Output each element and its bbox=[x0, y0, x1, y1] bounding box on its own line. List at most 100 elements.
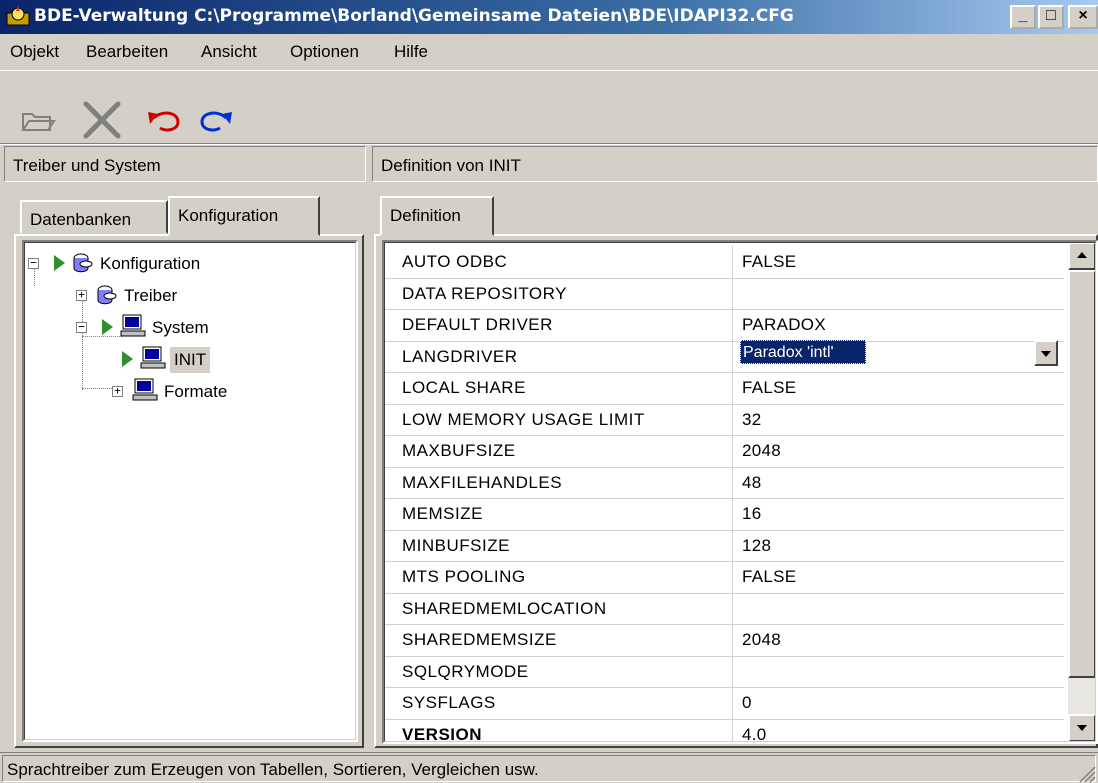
minimize-button[interactable]: _ bbox=[1010, 5, 1036, 29]
column-divider bbox=[732, 687, 733, 719]
computer-icon bbox=[120, 314, 146, 337]
table-row[interactable]: MAXBUFSIZE 2048 bbox=[384, 435, 1064, 468]
column-divider bbox=[732, 561, 733, 593]
setting-name: LOW MEMORY USAGE LIMIT bbox=[402, 409, 645, 429]
expand-toggle[interactable]: + bbox=[76, 289, 87, 301]
menu-ansicht[interactable]: Ansicht bbox=[201, 42, 257, 62]
table-row[interactable]: LOCAL SHARE FALSE bbox=[384, 372, 1064, 405]
langdriver-value-selected[interactable]: Paradox 'intl' bbox=[740, 340, 866, 364]
table-row[interactable]: AUTO ODBC FALSE bbox=[384, 246, 1064, 279]
column-divider bbox=[732, 498, 733, 530]
column-divider bbox=[732, 246, 733, 278]
setting-name: VERSION bbox=[402, 724, 483, 744]
table-row[interactable]: LANGDRIVER bbox=[384, 340, 1064, 373]
table-row[interactable]: SQLQRYMODE bbox=[384, 655, 1064, 688]
setting-name: SQLQRYMODE bbox=[402, 661, 529, 681]
menu-bearbeiten[interactable]: Bearbeiten bbox=[86, 42, 168, 62]
setting-value[interactable]: 4.0 bbox=[742, 725, 767, 743]
scroll-up-button[interactable] bbox=[1068, 242, 1096, 270]
status-text: Sprachtreiber zum Erzeugen von Tabellen,… bbox=[2, 755, 1096, 782]
tree-view: − Konfiguration + Treiber − System INIT … bbox=[22, 240, 358, 742]
table-row[interactable]: MTS POOLING FALSE bbox=[384, 561, 1064, 594]
table-row[interactable]: SYSFLAGS 0 bbox=[384, 687, 1064, 720]
collapse-toggle[interactable]: − bbox=[28, 257, 39, 269]
menu-objekt[interactable]: Objekt bbox=[10, 42, 59, 62]
resize-grip-icon[interactable] bbox=[1078, 765, 1096, 783]
setting-name: SHAREDMEMLOCATION bbox=[402, 598, 607, 618]
setting-value[interactable]: FALSE bbox=[742, 567, 796, 587]
scroll-down-button[interactable] bbox=[1068, 714, 1096, 742]
setting-value[interactable]: FALSE bbox=[742, 252, 796, 272]
computer-icon bbox=[132, 378, 158, 401]
open-folder-icon[interactable] bbox=[20, 108, 56, 134]
setting-name: AUTO ODBC bbox=[402, 252, 508, 271]
table-row[interactable]: DEFAULT DRIVER PARADOX bbox=[384, 309, 1064, 342]
vertical-scrollbar[interactable] bbox=[1068, 242, 1096, 742]
collapse-toggle[interactable]: − bbox=[76, 321, 87, 333]
column-divider bbox=[732, 529, 733, 561]
chevron-up-icon bbox=[1077, 252, 1087, 258]
computer-icon bbox=[140, 346, 166, 369]
bde-app-icon bbox=[6, 6, 30, 26]
table-row[interactable]: SHAREDMEMLOCATION bbox=[384, 592, 1064, 625]
column-divider bbox=[732, 655, 733, 687]
setting-value[interactable]: 16 bbox=[742, 504, 762, 524]
column-divider bbox=[732, 718, 733, 742]
table-row[interactable]: VERSION 4.0 bbox=[384, 718, 1064, 744]
table-row[interactable]: LOW MEMORY USAGE LIMIT 32 bbox=[384, 403, 1064, 436]
chevron-down-icon bbox=[1041, 351, 1051, 357]
redo-icon[interactable] bbox=[196, 108, 236, 134]
setting-name: LOCAL SHARE bbox=[402, 378, 526, 397]
table-row[interactable]: MINBUFSIZE 128 bbox=[384, 529, 1064, 562]
title-bar: BDE-Verwaltung C:\Programme\Borland\Geme… bbox=[0, 0, 1098, 34]
status-bar: Sprachtreiber zum Erzeugen von Tabellen,… bbox=[0, 752, 1098, 783]
maximize-button[interactable]: □ bbox=[1038, 5, 1064, 29]
column-divider bbox=[732, 624, 733, 656]
tab-definition[interactable]: Definition bbox=[380, 196, 494, 236]
window-title: BDE-Verwaltung C:\Programme\Borland\Geme… bbox=[34, 6, 794, 26]
setting-value[interactable]: 128 bbox=[742, 536, 771, 556]
setting-value[interactable]: 2048 bbox=[742, 441, 781, 461]
column-divider bbox=[732, 435, 733, 467]
column-divider bbox=[732, 309, 733, 341]
table-row[interactable]: DATA REPOSITORY bbox=[384, 277, 1064, 310]
active-arrow-icon bbox=[54, 255, 65, 271]
database-cylinder-icon bbox=[73, 253, 93, 273]
table-row[interactable]: MAXFILEHANDLES 48 bbox=[384, 466, 1064, 499]
dropdown-arrow-button[interactable] bbox=[1034, 340, 1058, 366]
setting-value[interactable]: 2048 bbox=[742, 630, 781, 650]
table-row[interactable]: MEMSIZE 16 bbox=[384, 498, 1064, 531]
column-divider bbox=[732, 340, 733, 372]
chevron-down-icon bbox=[1077, 725, 1087, 731]
table-row[interactable]: SHAREDMEMSIZE 2048 bbox=[384, 624, 1064, 657]
column-divider bbox=[732, 277, 733, 309]
column-divider bbox=[732, 592, 733, 624]
scroll-thumb[interactable] bbox=[1068, 270, 1096, 678]
definition-grid: AUTO ODBC FALSE DATA REPOSITORY DEFAULT DRI… bbox=[382, 240, 1098, 744]
setting-value[interactable]: FALSE bbox=[742, 378, 796, 398]
setting-name: MAXBUFSIZE bbox=[402, 441, 516, 460]
menu-optionen[interactable]: Optionen bbox=[290, 42, 359, 62]
tab-datenbanken[interactable]: Datenbanken bbox=[20, 200, 168, 234]
left-pane-header: Treiber und System bbox=[4, 146, 366, 182]
expand-toggle[interactable]: + bbox=[112, 385, 123, 397]
right-pane-header: Definition von INIT bbox=[372, 146, 1098, 182]
undo-icon[interactable] bbox=[144, 108, 184, 134]
setting-name: MAXFILEHANDLES bbox=[402, 472, 563, 492]
setting-value[interactable]: 0 bbox=[742, 693, 752, 713]
menu-hilfe[interactable]: Hilfe bbox=[394, 42, 428, 62]
setting-value[interactable]: PARADOX bbox=[742, 315, 826, 335]
toolbar-separator bbox=[0, 143, 1098, 145]
setting-name: LANGDRIVER bbox=[402, 346, 518, 366]
setting-value[interactable]: 48 bbox=[742, 473, 762, 493]
delete-x-icon[interactable] bbox=[82, 100, 122, 140]
setting-value[interactable]: 32 bbox=[742, 410, 762, 430]
setting-name: SHAREDMEMSIZE bbox=[402, 630, 557, 649]
tab-konfiguration[interactable]: Konfiguration bbox=[168, 196, 320, 236]
menu-bar: Objekt Bearbeiten Ansicht Optionen Hilfe bbox=[0, 34, 1098, 70]
column-divider bbox=[732, 372, 733, 404]
setting-name: DATA REPOSITORY bbox=[402, 283, 567, 303]
setting-name: MEMSIZE bbox=[402, 504, 483, 523]
close-button[interactable]: × bbox=[1068, 5, 1098, 29]
setting-name: SYSFLAGS bbox=[402, 693, 496, 712]
